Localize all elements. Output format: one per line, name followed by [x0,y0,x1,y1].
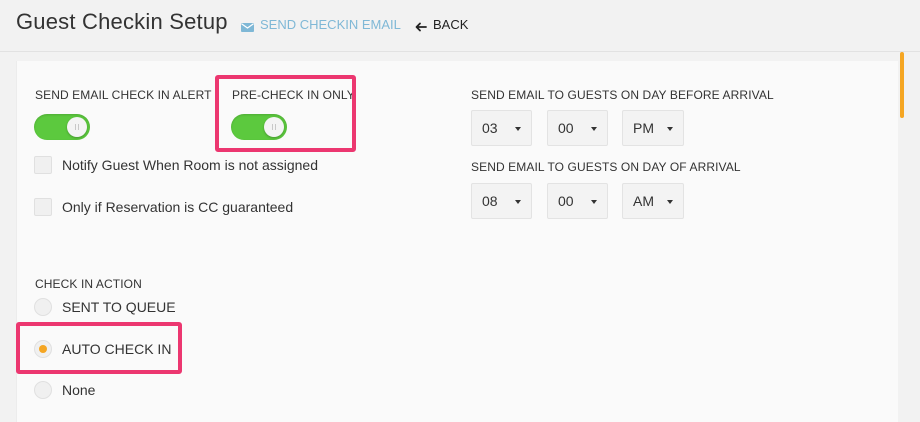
envelope-icon [241,20,254,32]
cc-guaranteed-label: Only if Reservation is CC guaranteed [62,199,294,215]
send-checkin-email-link[interactable]: SEND CHECKIN EMAIL [241,17,401,32]
radio-button-selected[interactable] [34,340,52,358]
caret-down-icon [667,200,673,204]
back-label: BACK [433,17,469,32]
scrollbar-thumb[interactable] [900,52,904,118]
before-ampm-value: PM [633,120,654,136]
before-minute-value: 00 [558,120,574,136]
radio-option-sent-to-queue[interactable]: SENT TO QUEUE [34,298,176,316]
caret-down-icon [515,127,521,131]
before-arrival-label: SEND EMAIL TO GUESTS ON DAY BEFORE ARRIV… [471,88,774,102]
dayof-minute-select[interactable]: 00 [547,183,608,219]
before-hour-value: 03 [482,120,498,136]
cc-guaranteed-checkbox-row[interactable]: Only if Reservation is CC guaranteed [34,198,293,216]
before-hour-select[interactable]: 03 [471,110,532,146]
precheck-only-toggle[interactable] [231,114,287,140]
caret-down-icon [591,127,597,131]
radio-option-label: None [62,382,96,398]
settings-panel [16,61,898,422]
caret-down-icon [667,127,673,131]
day-of-arrival-label: SEND EMAIL TO GUESTS ON DAY OF ARRIVAL [471,160,741,174]
arrow-left-icon [415,20,427,31]
caret-down-icon [515,200,521,204]
page-header: Guest Checkin Setup SEND CHECKIN EMAIL B… [0,0,920,52]
send-checkin-email-label: SEND CHECKIN EMAIL [260,17,401,32]
radio-option-label: AUTO CHECK IN [62,341,172,357]
radio-option-auto-check-in[interactable]: AUTO CHECK IN [34,340,171,358]
radio-option-label: SENT TO QUEUE [62,299,176,315]
check-in-action-label: CHECK IN ACTION [35,277,142,291]
notify-unassigned-label: Notify Guest When Room is not assigned [62,157,319,173]
notify-unassigned-checkbox[interactable] [34,156,52,174]
back-button[interactable]: BACK [415,17,468,32]
dayof-minute-value: 00 [558,193,574,209]
cc-guaranteed-checkbox[interactable] [34,198,52,216]
send-email-alert-toggle[interactable] [34,114,90,140]
dayof-ampm-value: AM [633,193,654,209]
dayof-ampm-select[interactable]: AM [622,183,684,219]
notify-unassigned-checkbox-row[interactable]: Notify Guest When Room is not assigned [34,156,318,174]
before-minute-select[interactable]: 00 [547,110,608,146]
radio-option-none[interactable]: None [34,381,95,399]
send-email-alert-label: SEND EMAIL CHECK IN ALERT [35,88,212,102]
page-title: Guest Checkin Setup [16,9,228,34]
toggle-knob [264,117,284,137]
before-ampm-select[interactable]: PM [622,110,684,146]
dayof-hour-select[interactable]: 08 [471,183,532,219]
caret-down-icon [591,200,597,204]
toggle-knob [67,117,87,137]
precheck-only-label: PRE-CHECK IN ONLY [232,88,355,102]
radio-button[interactable] [34,298,52,316]
dayof-hour-value: 08 [482,193,498,209]
radio-button[interactable] [34,381,52,399]
